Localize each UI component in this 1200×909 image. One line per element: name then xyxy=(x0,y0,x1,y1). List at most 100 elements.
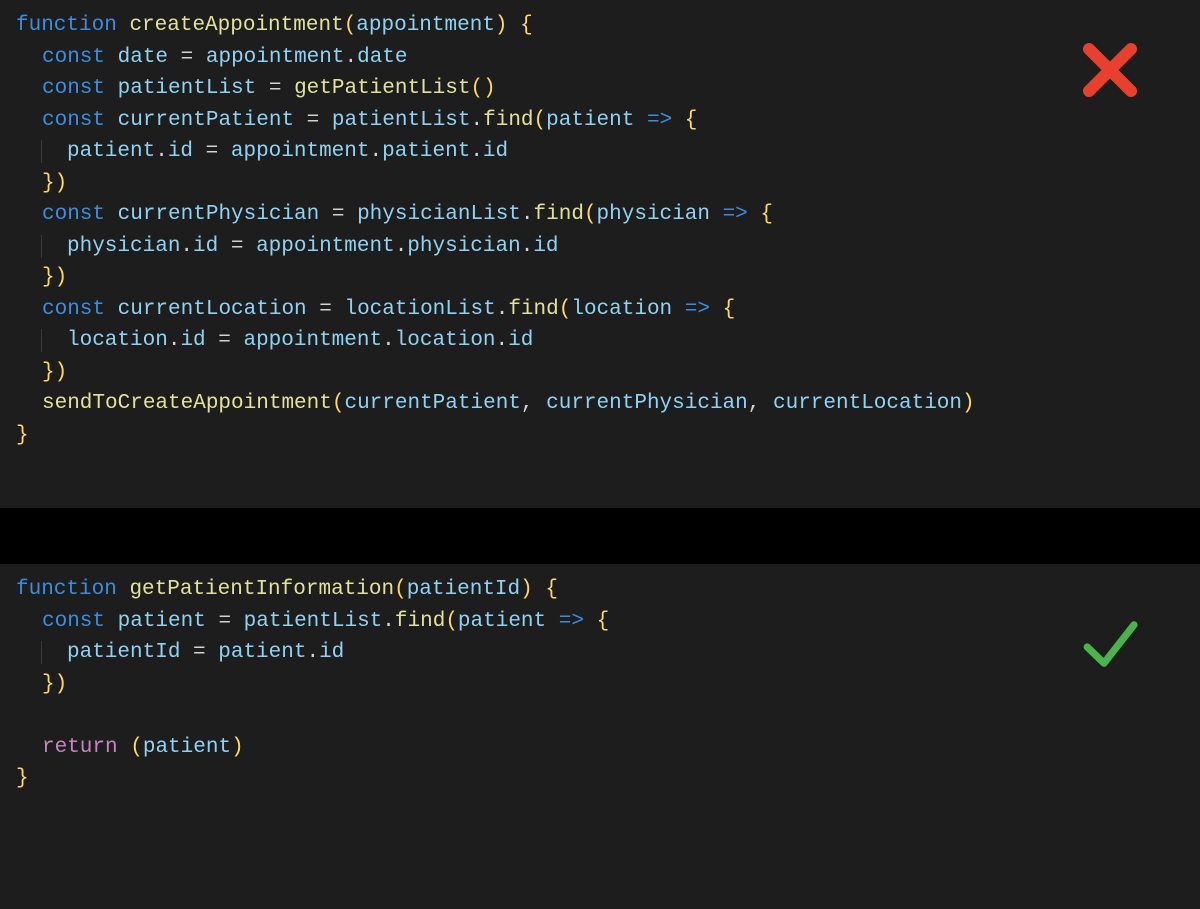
code-line: }) xyxy=(16,262,1184,294)
token-op: = xyxy=(218,235,256,258)
code-line: location.id = appointment.location.id xyxy=(16,325,1184,357)
token-brace: } xyxy=(16,767,29,790)
token-keyword: function xyxy=(16,14,117,37)
token-op: . xyxy=(470,140,483,163)
code-panel-bad: function createAppointment(appointment) … xyxy=(0,0,1200,508)
token-var: physician xyxy=(67,235,180,258)
token-keyword: function xyxy=(16,578,117,601)
code-line: function getPatientInformation(patientId… xyxy=(16,574,1184,606)
code-panel-good: function getPatientInformation(patientId… xyxy=(0,564,1200,909)
token-op: = xyxy=(206,329,244,352)
code-line: }) xyxy=(16,357,1184,389)
token-brace: } xyxy=(42,673,55,696)
token-var: locationList xyxy=(344,298,495,321)
token-prop: id xyxy=(533,235,558,258)
token-paren: ( xyxy=(344,14,357,37)
token-brace: { xyxy=(723,298,736,321)
token-call: find xyxy=(483,109,533,132)
token-op: = xyxy=(168,46,206,69)
token-arg: currentLocation xyxy=(773,392,962,415)
token-var: patient xyxy=(218,641,306,664)
token-op: . xyxy=(344,46,357,69)
token-op: . xyxy=(471,109,484,132)
token-arg: currentPatient xyxy=(344,392,520,415)
token-prop: id xyxy=(508,329,533,352)
token-op: = xyxy=(319,203,357,226)
code-line: physician.id = appointment.physician.id xyxy=(16,231,1184,263)
token-op: . xyxy=(496,298,509,321)
token-call: getPatientList xyxy=(294,77,470,100)
token-paren: ( xyxy=(332,392,345,415)
token-var: patientList xyxy=(118,77,257,100)
token-prop: patient xyxy=(382,140,470,163)
token-op: . xyxy=(168,329,181,352)
token-call: find xyxy=(534,203,584,226)
token-var: location xyxy=(67,329,168,352)
token-var: currentPatient xyxy=(118,109,294,132)
token-paren: ( xyxy=(394,578,407,601)
token-brace: } xyxy=(16,424,29,447)
code-line: function createAppointment(appointment) … xyxy=(16,10,1184,42)
token-prop: id xyxy=(483,140,508,163)
token-call: find xyxy=(508,298,558,321)
token-keyword: const xyxy=(42,77,105,100)
token-brace: { xyxy=(760,203,773,226)
token-param: location xyxy=(571,298,672,321)
token-op: . xyxy=(496,329,509,352)
token-prop: location xyxy=(395,329,496,352)
token-paren: ( xyxy=(584,203,597,226)
token-keyword: const xyxy=(42,203,105,226)
code-line: } xyxy=(16,420,1184,452)
code-line: }) xyxy=(16,669,1184,701)
token-arrow: => xyxy=(672,298,722,321)
token-paren: ( xyxy=(445,610,458,633)
token-prop: id xyxy=(319,641,344,664)
token-op: = xyxy=(256,77,294,100)
token-op: = xyxy=(294,109,332,132)
token-paren: ( xyxy=(559,298,572,321)
token-var: patientId xyxy=(67,641,180,664)
code-line: sendToCreateAppointment(currentPatient, … xyxy=(16,388,1184,420)
token-paren: ) xyxy=(231,736,244,759)
token-paren: ) xyxy=(495,14,508,37)
token-keyword: const xyxy=(42,46,105,69)
code-line: const patient = patientList.find(patient… xyxy=(16,606,1184,638)
code-line: patientId = patient.id xyxy=(16,637,1184,669)
token-param: patientId xyxy=(407,578,520,601)
token-brace: { xyxy=(545,578,558,601)
token-paren: ( xyxy=(130,736,143,759)
token-prop: id xyxy=(193,235,218,258)
token-prop: physician xyxy=(407,235,520,258)
token-param: appointment xyxy=(356,14,495,37)
token-op: , xyxy=(748,392,773,415)
check-icon xyxy=(1080,614,1140,674)
token-var: patient xyxy=(118,610,206,633)
token-op: = xyxy=(180,641,218,664)
token-op: . xyxy=(155,140,168,163)
token-prop: id xyxy=(168,140,193,163)
token-paren: ) xyxy=(55,172,68,195)
token-op: = xyxy=(206,610,244,633)
code-line: return (patient) xyxy=(16,732,1184,764)
token-var: patientList xyxy=(244,610,383,633)
code-line: }) xyxy=(16,168,1184,200)
token-call: sendToCreateAppointment xyxy=(42,392,332,415)
token-paren: ) xyxy=(962,392,975,415)
code-line: } xyxy=(16,763,1184,795)
token-var: patient xyxy=(67,140,155,163)
token-param: patient xyxy=(546,109,634,132)
token-arrow: => xyxy=(710,203,760,226)
code-line: const currentPhysician = physicianList.f… xyxy=(16,199,1184,231)
token-paren: ) xyxy=(55,266,68,289)
token-paren: () xyxy=(471,77,496,100)
token-brace: { xyxy=(520,14,533,37)
token-brace: } xyxy=(42,266,55,289)
token-function-name: createAppointment xyxy=(129,14,343,37)
token-arrow: => xyxy=(546,610,596,633)
token-op: . xyxy=(369,140,382,163)
code-line-blank xyxy=(16,700,1184,732)
token-brace: } xyxy=(42,361,55,384)
token-param: patient xyxy=(458,610,546,633)
code-line: const date = appointment.date xyxy=(16,42,1184,74)
token-arrow: => xyxy=(634,109,684,132)
